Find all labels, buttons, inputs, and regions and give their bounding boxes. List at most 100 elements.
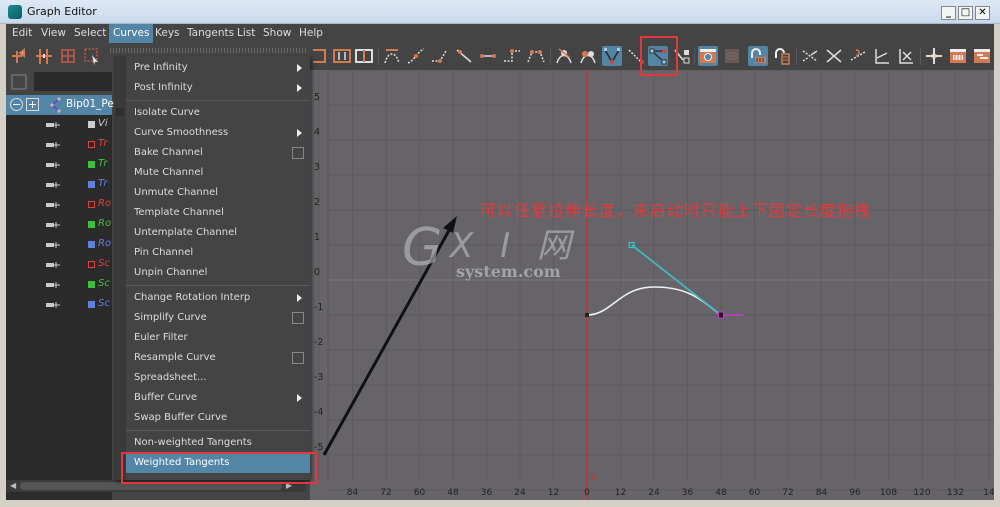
outliner-channel[interactable]: Ro — [6, 235, 112, 255]
plateau-tangent-icon[interactable] — [526, 46, 546, 66]
outliner-channel[interactable]: Sc — [6, 295, 112, 315]
outliner-channel[interactable]: Ro — [6, 215, 112, 235]
menu-item-isolate-curve[interactable]: Isolate Curve — [126, 103, 310, 123]
menu-item-non-weighted-tangents[interactable]: Non-weighted Tangents — [126, 433, 310, 453]
menu-item-mute-channel[interactable]: Mute Channel — [126, 163, 310, 183]
frame-playback-icon[interactable] — [354, 46, 374, 66]
outliner-channel[interactable]: Tr — [6, 155, 112, 175]
menu-side-marker — [116, 108, 124, 116]
x-tick-label: 24 — [514, 488, 526, 498]
channel-name: Ro — [98, 218, 112, 229]
post-infinity-icon[interactable] — [872, 46, 892, 66]
menu-item-bake-channel[interactable]: Bake Channel — [126, 143, 310, 163]
outliner-channel[interactable]: Tr — [6, 175, 112, 195]
menu-item-unmute-channel[interactable]: Unmute Channel — [126, 183, 310, 203]
menu-item-resample-curve[interactable]: Resample Curve — [126, 348, 310, 368]
menu-item-label: Spreadsheet... — [134, 372, 207, 383]
outliner-node-bip01-pelvis[interactable]: − + Bip01_Pel — [6, 95, 117, 115]
menu-item-pin-channel[interactable]: Pin Channel — [126, 243, 310, 263]
menu-item-label: Pin Channel — [134, 247, 194, 258]
close-button[interactable]: ✕ — [975, 6, 990, 20]
option-box-icon[interactable] — [292, 352, 304, 364]
menu-item-unpin-channel[interactable]: Unpin Channel — [126, 263, 310, 283]
graph-background — [310, 70, 994, 500]
menu-help[interactable]: Help — [295, 24, 327, 43]
linear-tangent-icon[interactable] — [454, 46, 474, 66]
menu-item-simplify-curve[interactable]: Simplify Curve — [126, 308, 310, 328]
break-tangents-icon[interactable] — [602, 46, 622, 66]
menu-item-template-channel[interactable]: Template Channel — [126, 203, 310, 223]
menu-item-curve-smoothness[interactable]: Curve Smoothness — [126, 123, 310, 143]
trax-editor-icon[interactable] — [972, 46, 992, 66]
outliner-channel[interactable]: Vi — [6, 115, 112, 135]
menu-item-buffer-curve[interactable]: Buffer Curve — [126, 388, 310, 408]
menu-view[interactable]: View — [37, 24, 70, 43]
channel-name: Tr — [98, 178, 108, 189]
menu-curves[interactable]: Curves — [109, 24, 154, 43]
menu-item-change-rotation-interp[interactable]: Change Rotation Interp — [126, 288, 310, 308]
menu-item-pre-infinity[interactable]: Pre Infinity — [126, 58, 310, 78]
menu-item-untemplate-channel[interactable]: Untemplate Channel — [126, 223, 310, 243]
submenu-arrow-icon — [297, 294, 302, 302]
outliner-channel[interactable]: Sc — [6, 275, 112, 295]
expand-icon[interactable]: + — [26, 98, 39, 111]
menu-item-swap-buffer-curve[interactable]: Swap Buffer Curve — [126, 408, 310, 428]
menu-item-euler-filter[interactable]: Euler Filter — [126, 328, 310, 348]
outliner-channel[interactable]: Tr — [6, 135, 112, 155]
step-tangent-icon[interactable] — [502, 46, 522, 66]
retime-icon[interactable] — [896, 46, 916, 66]
normalize-icon[interactable] — [800, 46, 820, 66]
x-tick-label: 36 — [681, 488, 694, 498]
spline-tangent-icon[interactable] — [406, 46, 426, 66]
denormalize-icon[interactable] — [824, 46, 844, 66]
insert-keys-icon[interactable] — [34, 46, 54, 66]
frame-selection-icon[interactable] — [332, 46, 352, 66]
collapse-icon[interactable]: − — [10, 98, 23, 111]
filter-icon[interactable] — [11, 74, 27, 90]
minimize-button[interactable]: _ — [941, 6, 956, 20]
menu-list[interactable]: List — [233, 24, 259, 43]
menu-tangents[interactable]: Tangents — [183, 24, 238, 43]
toolbar-grip[interactable] — [110, 48, 306, 53]
swap-buffer-icon[interactable] — [578, 46, 598, 66]
channel-plug-icon — [46, 222, 60, 228]
menu-select[interactable]: Select — [70, 24, 110, 43]
pre-infinity-icon[interactable] — [848, 46, 868, 66]
move-manipulator-icon[interactable] — [924, 46, 944, 66]
dope-sheet-icon[interactable] — [948, 46, 968, 66]
lattice-deform-icon[interactable] — [58, 46, 78, 66]
menu-show[interactable]: Show — [259, 24, 295, 43]
frame-all-icon[interactable] — [310, 46, 330, 66]
load-selected-icon[interactable] — [722, 46, 742, 66]
move-nearest-key-icon[interactable] — [10, 46, 30, 66]
graph-view[interactable]: 6543210-1-2-3-4-584726048362412012243648… — [310, 70, 994, 500]
buffer-curve-snapshot-icon[interactable] — [554, 46, 574, 66]
auto-tangent-icon[interactable] — [382, 46, 402, 66]
maximize-button[interactable]: □ — [958, 6, 973, 20]
time-snap-icon[interactable] — [748, 46, 768, 66]
value-snap-icon[interactable] — [772, 46, 792, 66]
menu-item-label: Unmute Channel — [134, 187, 219, 198]
channel-name: Sc — [98, 298, 110, 309]
menu-edit[interactable]: Edit — [8, 24, 36, 43]
y-tick-label: -2 — [314, 337, 324, 348]
region-select-icon[interactable] — [82, 46, 102, 66]
menu-item-label: Simplify Curve — [134, 312, 207, 323]
menu-item-post-infinity[interactable]: Post Infinity — [126, 78, 310, 98]
menu-item-label: Unpin Channel — [134, 267, 208, 278]
menu-item-spreadsheet[interactable]: Spreadsheet... — [126, 368, 310, 388]
menu-keys[interactable]: Keys — [151, 24, 184, 43]
curves-menu: Pre Infinity Post Infinity Isolate Curve Cu… — [114, 56, 310, 480]
outliner-channel[interactable]: Ro — [6, 195, 112, 215]
outliner-channel[interactable]: Sc — [6, 255, 112, 275]
y-tick-label: 5 — [314, 92, 321, 103]
option-box-icon[interactable] — [292, 147, 304, 159]
channel-name: Ro — [98, 198, 112, 209]
auto-load-icon[interactable] — [698, 46, 718, 66]
scroll-left-arrow-icon[interactable]: ◀ — [10, 481, 16, 490]
outliner-filter-input[interactable] — [34, 72, 112, 91]
flat-tangent-icon[interactable] — [478, 46, 498, 66]
option-box-icon[interactable] — [292, 312, 304, 324]
clamped-tangent-icon[interactable] — [430, 46, 450, 66]
callout-menu-highlight — [121, 452, 317, 484]
